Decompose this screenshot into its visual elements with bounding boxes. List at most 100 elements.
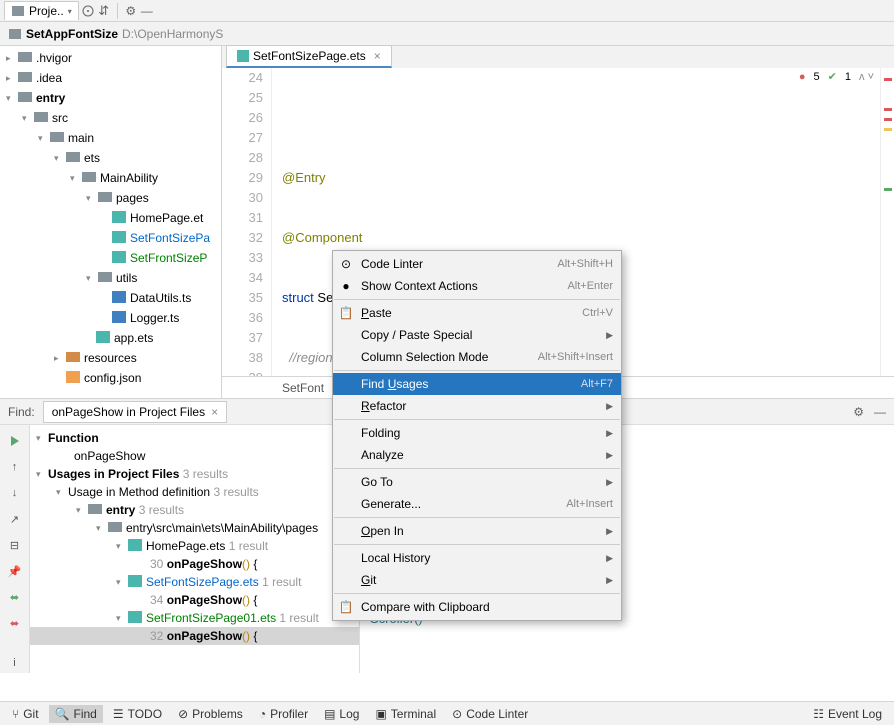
submenu-arrow-icon: ▶ [606, 428, 613, 439]
top-toolbar: Proje.. ▾ ⇵ ⚙ — [0, 0, 894, 22]
todo-tab[interactable]: ☰TODO [107, 705, 168, 723]
menu-refactor[interactable]: Refactor▶ [333, 395, 621, 417]
export-icon[interactable]: ↗ [5, 509, 25, 529]
submenu-arrow-icon: ▶ [606, 477, 613, 488]
tree-file[interactable]: config.json [84, 371, 141, 385]
menu-code-linter[interactable]: ⊙Code LinterAlt+Shift+H [333, 253, 621, 275]
menu-separator [334, 517, 620, 518]
chevron-down-icon[interactable]: ▾ [38, 133, 50, 144]
diff-icon[interactable]: ⬌ [5, 587, 25, 607]
menu-generate[interactable]: Generate...Alt+Insert [333, 493, 621, 515]
menu-copy-paste-special[interactable]: Copy / Paste Special▶ [333, 324, 621, 346]
gutter: 24252627282930313233343536373839 [222, 68, 272, 376]
tree-folder[interactable]: .hvigor [36, 51, 72, 65]
menu-separator [334, 544, 620, 545]
stop-icon[interactable]: ⬌ [5, 613, 25, 633]
markers[interactable] [880, 68, 894, 376]
app-path: D:\OpenHarmonyS [122, 27, 223, 41]
target-icon[interactable] [81, 4, 95, 18]
rerun-icon[interactable] [5, 431, 25, 451]
linter-tab[interactable]: ⊙Code Linter [446, 705, 534, 723]
menu-compare-clipboard[interactable]: 📋Compare with Clipboard [333, 596, 621, 618]
tree-folder[interactable]: pages [116, 191, 149, 205]
git-icon: ⑂ [12, 707, 19, 721]
linter-icon: ⊙ [452, 707, 462, 721]
tree-folder[interactable]: MainAbility [100, 171, 158, 185]
chevron-down-icon[interactable]: ▾ [86, 273, 98, 284]
menu-separator [334, 299, 620, 300]
chevron-down-icon[interactable]: ▾ [22, 113, 34, 124]
chevron-right-icon[interactable]: ▸ [6, 53, 18, 64]
tree-file[interactable]: SetFontSizePa [130, 231, 210, 245]
terminal-icon: ▣ [375, 707, 386, 721]
problems-tab[interactable]: ⊘Problems [172, 705, 249, 723]
menu-local-history[interactable]: Local History▶ [333, 547, 621, 569]
hide-icon[interactable]: — [874, 405, 886, 419]
find-tab[interactable]: 🔍Find [49, 705, 103, 723]
close-icon[interactable]: × [374, 49, 381, 63]
menu-goto[interactable]: Go To▶ [333, 471, 621, 493]
menu-folding[interactable]: Folding▶ [333, 422, 621, 444]
tree-file[interactable]: app.ets [114, 331, 153, 345]
app-name: SetAppFontSize [26, 27, 118, 41]
collapse-icon[interactable]: ⊟ [5, 535, 25, 555]
breadcrumb-item[interactable]: SetFont [282, 381, 324, 395]
gear-icon[interactable]: ⚙ [124, 4, 138, 18]
terminal-tab[interactable]: ▣Terminal [369, 705, 442, 723]
editor-tab-active[interactable]: SetFontSizePage.ets × [226, 45, 392, 68]
find-tab[interactable]: onPageShow in Project Files× [43, 401, 227, 423]
project-tree[interactable]: ▸.hvigor ▸.idea ▾entry ▾src ▾main ▾ets ▾… [0, 46, 222, 398]
menu-paste[interactable]: 📋PasteCtrl+V [333, 302, 621, 324]
find-actions: ⚙ — [853, 405, 886, 419]
gear-icon[interactable]: ⚙ [853, 405, 864, 419]
chevron-right-icon[interactable]: ▸ [54, 353, 66, 364]
find-result-tree[interactable]: ▾Function onPageShow ▾Usages in Project … [30, 425, 360, 673]
tree-folder[interactable]: resources [84, 351, 137, 365]
tree-file[interactable]: SetFrontSizeP [130, 251, 207, 265]
menu-open-in[interactable]: Open In▶ [333, 520, 621, 542]
chevron-right-icon[interactable]: ▸ [6, 73, 18, 84]
tree-file[interactable]: HomePage.et [130, 211, 203, 225]
tree-folder[interactable]: ets [84, 151, 100, 165]
close-icon[interactable]: × [211, 405, 218, 419]
pin-icon[interactable]: 📌 [5, 561, 25, 581]
info-icon[interactable]: i [5, 653, 25, 673]
profiler-tab[interactable]: ◔Profiler [253, 705, 314, 723]
expand-icon[interactable]: ⇵ [97, 4, 111, 18]
tree-folder[interactable]: entry [36, 91, 65, 105]
project-icon [11, 4, 25, 18]
chevron-down-icon[interactable]: ▾ [6, 93, 18, 104]
context-menu[interactable]: ⊙Code LinterAlt+Shift+H ●Show Context Ac… [332, 250, 622, 621]
project-tab[interactable]: Proje.. ▾ [4, 1, 79, 20]
event-log-tab[interactable]: ☷Event Log [807, 705, 888, 723]
ets-file-icon [237, 50, 249, 62]
tree-folder[interactable]: utils [116, 271, 137, 285]
tab-label: SetFontSizePage.ets [253, 49, 366, 63]
chevron-down-icon[interactable]: ▾ [54, 153, 66, 164]
tree-file[interactable]: DataUtils.ts [130, 291, 191, 305]
down-icon[interactable]: ↓ [5, 483, 25, 503]
separator [117, 3, 118, 19]
up-icon[interactable]: ↑ [5, 457, 25, 477]
menu-analyze[interactable]: Analyze▶ [333, 444, 621, 466]
tree-folder[interactable]: src [52, 111, 68, 125]
hide-icon[interactable]: — [140, 4, 154, 18]
log-tab[interactable]: ▤Log [318, 705, 365, 723]
problems-icon: ⊘ [178, 707, 188, 721]
chevron-down-icon[interactable]: ▾ [70, 173, 82, 184]
app-icon [8, 27, 22, 41]
tree-folder[interactable]: .idea [36, 71, 62, 85]
menu-separator [334, 468, 620, 469]
menu-context-actions[interactable]: ●Show Context ActionsAlt+Enter [333, 275, 621, 297]
submenu-arrow-icon: ▶ [606, 553, 613, 564]
menu-find-usages[interactable]: Find UsagesAlt+F7 [333, 373, 621, 395]
bottom-toolbar: ⑂Git 🔍Find ☰TODO ⊘Problems ◔Profiler ▤Lo… [0, 701, 894, 725]
log-icon: ▤ [324, 707, 335, 721]
menu-git[interactable]: Git▶ [333, 569, 621, 591]
menu-column-select[interactable]: Column Selection ModeAlt+Shift+Insert [333, 346, 621, 368]
chevron-down-icon[interactable]: ▾ [86, 193, 98, 204]
tree-folder[interactable]: main [68, 131, 94, 145]
todo-icon: ☰ [113, 707, 124, 721]
git-tab[interactable]: ⑂Git [6, 705, 45, 723]
tree-file[interactable]: Logger.ts [130, 311, 179, 325]
